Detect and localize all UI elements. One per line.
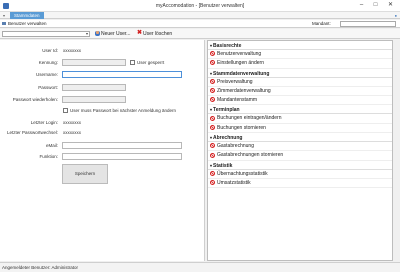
userid-value: xxxxxxxx — [63, 48, 81, 53]
right-item[interactable]: Zimmerdatenverwaltung — [208, 87, 392, 97]
last-login-label: Letzter Login: — [30, 120, 58, 125]
ribbon: ▾ Stammdaten ● — [0, 12, 400, 19]
tab-stammdaten[interactable]: Stammdaten — [10, 12, 44, 19]
last-login-value: xxxxxxxx — [63, 120, 81, 125]
username-input[interactable] — [62, 71, 182, 78]
disabled-circle-icon — [210, 60, 215, 66]
must-change-checkbox[interactable] — [63, 108, 68, 113]
right-item[interactable]: Einstellungen ändern — [208, 59, 392, 69]
email-input[interactable] — [62, 142, 182, 149]
title-bar: myAccomodation - [Benutzer verwalten] – … — [0, 0, 400, 12]
right-item[interactable]: Gastabrechnungen stornieren — [208, 151, 392, 161]
email-label: eMail: — [45, 143, 58, 148]
password-repeat-label: Passwort wiederholen: — [12, 97, 58, 102]
password-input[interactable] — [62, 84, 126, 91]
save-button[interactable]: Speichern — [62, 164, 108, 184]
must-change-label: User muss Passwort bei nächster Anmeldun… — [70, 108, 177, 113]
section-terminplan[interactable]: Terminplan — [208, 105, 392, 115]
userid-label: User Id: — [42, 48, 58, 53]
status-bar: Angemeldeter Benutzer: Administrator — [0, 262, 400, 272]
red-x-icon: ✖ — [137, 30, 143, 37]
section-abrechnung[interactable]: Abrechnung — [208, 133, 392, 143]
new-user-button[interactable]: Neuer User... — [95, 31, 130, 38]
mandant-select[interactable] — [340, 21, 396, 27]
section-basisrechte[interactable]: Basisrechte — [208, 41, 392, 50]
right-item[interactable]: Umsatzstatistik — [208, 179, 392, 189]
minimize-icon[interactable]: – — [356, 0, 367, 11]
help-icon[interactable]: ● — [395, 13, 397, 18]
disabled-circle-icon — [210, 180, 215, 186]
locked-label: User gesperrt — [137, 60, 165, 65]
document-bar: Benutzer verwalten Mandant: — [0, 20, 400, 28]
user-form: User Id: xxxxxxxx Kennung: User gesperrt… — [0, 40, 205, 261]
disabled-circle-icon — [210, 143, 215, 149]
username-label: Username: — [35, 72, 58, 77]
close-icon[interactable]: ✕ — [385, 0, 396, 11]
disabled-circle-icon — [210, 97, 215, 103]
scrollbar[interactable] — [395, 40, 400, 261]
function-input[interactable] — [62, 153, 182, 160]
user-select[interactable]: ▾ — [2, 31, 90, 37]
toolbar: ▾ Neuer User... ✖User löschen — [0, 29, 400, 39]
status-text: Angemeldeter Benutzer: Administrator — [2, 265, 79, 270]
right-item[interactable]: Mandantenstamm — [208, 96, 392, 106]
password-repeat-input[interactable] — [62, 96, 126, 103]
disabled-circle-icon — [210, 170, 215, 176]
right-item[interactable]: Buchungen eintragen/ändern — [208, 114, 392, 124]
right-item[interactable]: Buchungen stornieren — [208, 124, 392, 134]
last-pw-change-label: Letzter Passwortwechsel: — [6, 130, 58, 135]
section-stammdatenverwaltung[interactable]: Stammdatenverwaltung — [208, 69, 392, 78]
right-item[interactable]: Gastabrechnung — [208, 142, 392, 152]
last-pw-change-value: xxxxxxxx — [63, 130, 81, 135]
section-statistik[interactable]: Statistik — [208, 161, 392, 170]
maximize-icon[interactable]: □ — [370, 0, 381, 11]
disabled-circle-icon — [210, 152, 215, 158]
quick-access-icon[interactable]: ▾ — [3, 13, 5, 18]
right-item[interactable]: Benutzerverwaltung — [208, 50, 392, 60]
kennung-label: Kennung: — [38, 60, 58, 65]
disabled-circle-icon — [210, 78, 215, 84]
function-label: Funktion: — [39, 154, 58, 159]
disabled-circle-icon — [210, 51, 215, 57]
right-item[interactable]: Übernachtungsstatistik — [208, 170, 392, 179]
locked-checkbox[interactable] — [130, 60, 135, 65]
kennung-field — [62, 59, 126, 66]
chevron-down-icon: ▾ — [85, 31, 88, 36]
disabled-circle-icon — [210, 115, 215, 121]
delete-user-button[interactable]: ✖User löschen — [137, 30, 173, 38]
rights-list: Basisrechte Benutzerverwaltung Einstellu… — [207, 40, 393, 261]
disabled-circle-icon — [210, 124, 215, 130]
right-item[interactable]: Preisverwaltung — [208, 78, 392, 87]
rights-pane: Basisrechte Benutzerverwaltung Einstellu… — [206, 40, 400, 261]
mandant-label: Mandant: — [312, 21, 331, 26]
new-user-label: Neuer User... — [101, 31, 131, 37]
user-icon — [95, 31, 100, 37]
document-tab[interactable]: Benutzer verwalten — [2, 21, 47, 26]
delete-user-label: User löschen — [143, 31, 173, 37]
disabled-circle-icon — [210, 88, 215, 94]
window-title: myAccomodation - [Benutzer verwalten] — [155, 3, 245, 9]
password-label: Passwort: — [38, 85, 58, 90]
